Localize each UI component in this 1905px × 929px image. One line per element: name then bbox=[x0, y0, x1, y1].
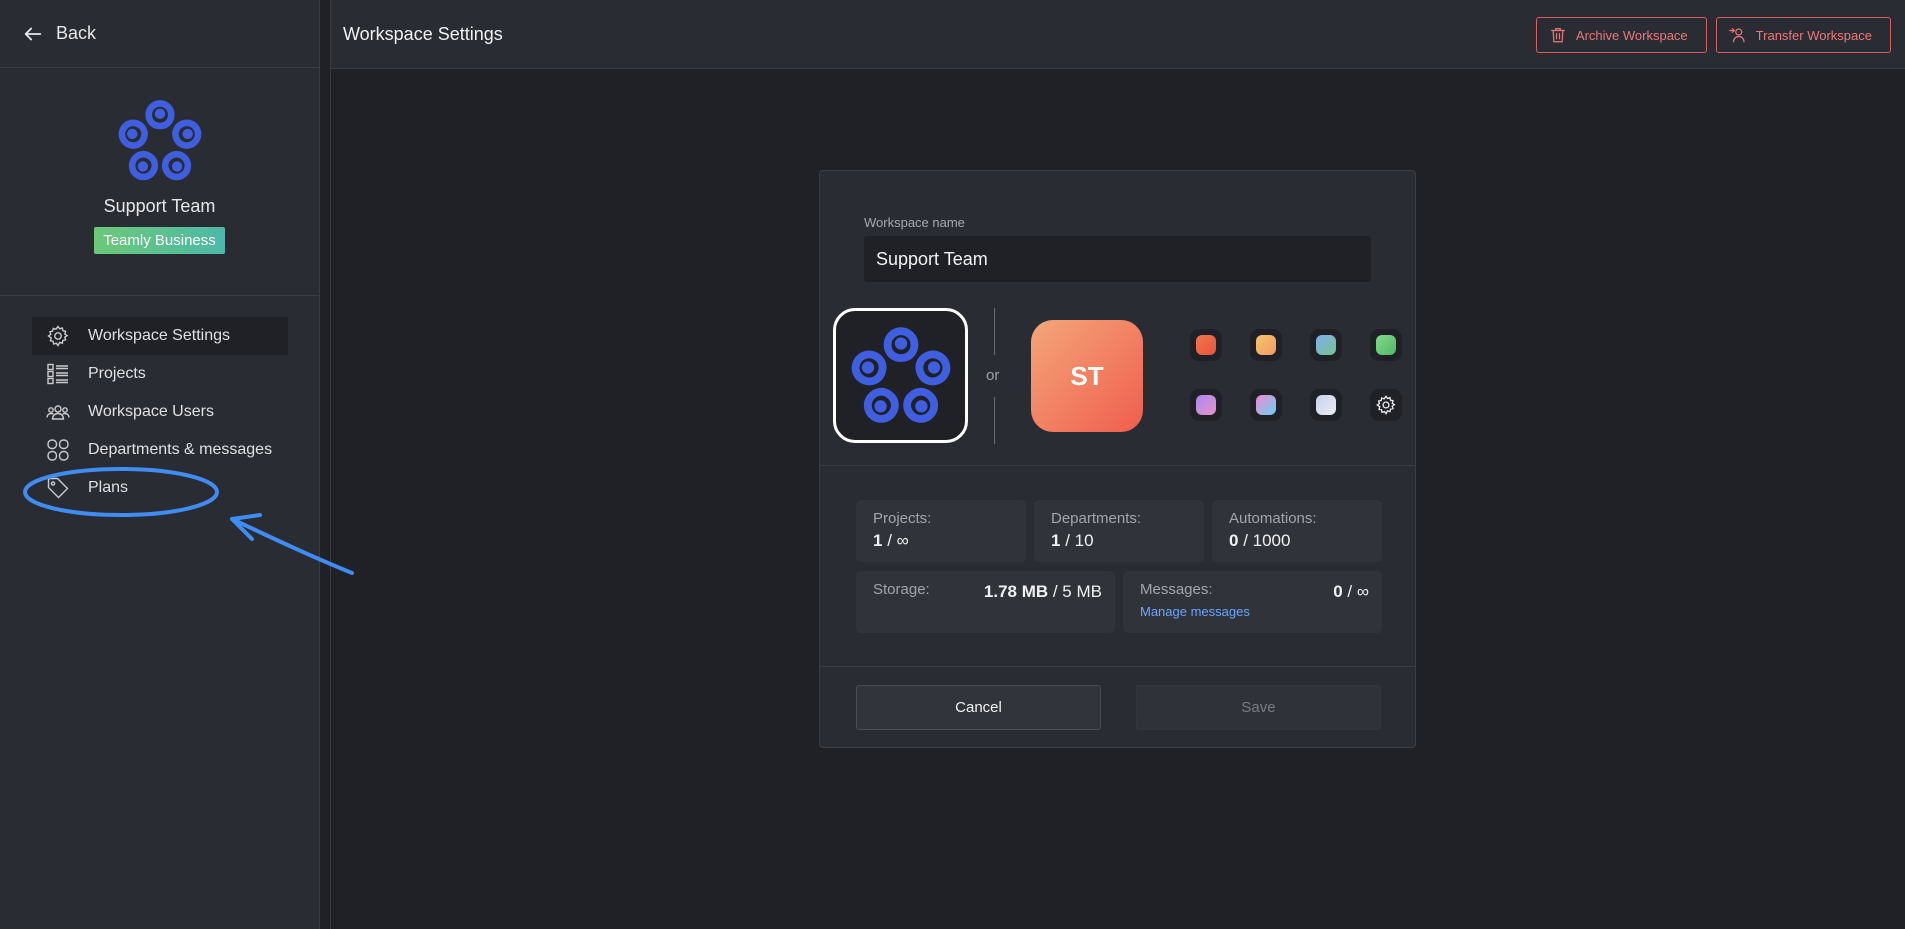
back-button[interactable]: Back bbox=[0, 0, 319, 68]
stat-label: Messages: bbox=[1140, 581, 1213, 598]
swatch-color bbox=[1256, 395, 1276, 415]
stat-label: Automations: bbox=[1229, 510, 1317, 527]
manage-messages-link[interactable]: Manage messages bbox=[1140, 604, 1250, 619]
sidebar-item-label: Workspace Settings bbox=[88, 327, 230, 344]
sidebar: Back Support Team Teamly Business Worksp… bbox=[0, 0, 320, 929]
stat-projects: Projects: 1 / ∞ bbox=[856, 500, 1026, 562]
sidebar-item-label: Departments & messages bbox=[88, 441, 273, 458]
swatch-color bbox=[1256, 335, 1276, 355]
divider-bottom bbox=[994, 397, 995, 444]
divider-top bbox=[994, 308, 995, 355]
app-root: Back Support Team Teamly Business Worksp… bbox=[0, 0, 1905, 929]
archive-workspace-button[interactable]: Archive Workspace bbox=[1535, 17, 1707, 53]
swatch-color bbox=[1316, 335, 1336, 355]
stat-value: 1 / ∞ bbox=[873, 531, 909, 550]
list-icon bbox=[47, 363, 68, 385]
arrow-left-icon bbox=[24, 27, 42, 40]
color-swatch[interactable] bbox=[1250, 389, 1282, 421]
stat-value: 0 / 1000 bbox=[1229, 531, 1291, 550]
gear-icon bbox=[47, 325, 69, 347]
color-settings-button[interactable] bbox=[1370, 389, 1402, 421]
color-swatch[interactable] bbox=[1370, 329, 1402, 361]
color-swatch[interactable] bbox=[1310, 389, 1342, 421]
workspace-profile: Support Team Teamly Business bbox=[0, 68, 319, 296]
swatch-color bbox=[1196, 395, 1216, 415]
back-label: Back bbox=[56, 23, 97, 43]
stat-value: 1.78 MB / 5 MB bbox=[983, 582, 1102, 601]
stat-storage: Storage: 1.78 MB / 5 MB bbox=[856, 571, 1115, 633]
tag-icon bbox=[47, 477, 69, 499]
workspace-icon-option[interactable] bbox=[833, 308, 968, 443]
stat-departments: Departments: 1 / 10 bbox=[1034, 500, 1204, 562]
stat-label: Departments: bbox=[1051, 510, 1142, 527]
cancel-button[interactable]: Cancel bbox=[856, 685, 1101, 730]
plan-badge: Teamly Business bbox=[94, 227, 225, 254]
workspace-name-input[interactable] bbox=[864, 236, 1371, 282]
initials-avatar-option[interactable]: ST bbox=[1031, 320, 1143, 432]
sidebar-item-departments[interactable]: Departments & messages bbox=[32, 431, 288, 469]
section-divider bbox=[820, 666, 1415, 667]
sidebar-item-workspace-users[interactable]: Workspace Users bbox=[32, 393, 288, 431]
or-label: or bbox=[986, 367, 1000, 384]
workspace-name-label: Workspace name bbox=[864, 215, 965, 230]
swatch-color bbox=[1196, 335, 1216, 355]
sidebar-item-workspace-settings[interactable]: Workspace Settings bbox=[32, 317, 288, 355]
stat-automations: Automations: 0 / 1000 bbox=[1212, 500, 1382, 562]
workspace-settings-card: Workspace name or ST bbox=[819, 170, 1416, 748]
sidebar-item-label: Workspace Users bbox=[88, 403, 214, 420]
stat-value: 1 / 10 bbox=[1051, 531, 1094, 550]
user-transfer-icon bbox=[1728, 28, 1745, 43]
workspace-name: Support Team bbox=[103, 196, 216, 216]
page-title: Workspace Settings bbox=[343, 23, 503, 44]
gear-icon bbox=[1376, 395, 1396, 416]
transfer-workspace-button[interactable]: Transfer Workspace bbox=[1715, 17, 1891, 53]
workspace-logo-icon bbox=[851, 326, 950, 423]
transfer-workspace-label: Transfer Workspace bbox=[1755, 27, 1872, 43]
sidebar-item-projects[interactable]: Projects bbox=[32, 355, 288, 393]
workspace-logo-icon bbox=[118, 100, 201, 181]
color-swatch[interactable] bbox=[1310, 329, 1342, 361]
archive-workspace-label: Archive Workspace bbox=[1575, 27, 1688, 43]
stat-label: Projects: bbox=[873, 510, 932, 527]
top-actions: Archive Workspace Transfer Workspace bbox=[1535, 17, 1891, 53]
grid-icon bbox=[47, 439, 69, 461]
swatch-color bbox=[1376, 335, 1396, 355]
sidebar-nav: Workspace Settings Projects Workspace Us… bbox=[0, 296, 319, 507]
sidebar-item-label: Projects bbox=[88, 365, 146, 382]
stat-messages: Messages: 0 / ∞ Manage messages bbox=[1123, 571, 1382, 633]
color-swatch[interactable] bbox=[1190, 329, 1222, 361]
section-divider bbox=[820, 465, 1415, 466]
color-swatch[interactable] bbox=[1250, 329, 1282, 361]
color-swatch[interactable] bbox=[1190, 389, 1222, 421]
save-button[interactable]: Save bbox=[1136, 685, 1381, 730]
sidebar-item-plans[interactable]: Plans bbox=[32, 469, 288, 507]
sidebar-item-label: Plans bbox=[88, 479, 129, 496]
topbar: Workspace Settings Archive Workspace Tra… bbox=[331, 0, 1905, 69]
trash-icon bbox=[1550, 28, 1565, 43]
stat-value: 0 / ∞ bbox=[1333, 582, 1369, 601]
users-icon bbox=[46, 405, 70, 420]
swatch-color bbox=[1316, 395, 1336, 415]
